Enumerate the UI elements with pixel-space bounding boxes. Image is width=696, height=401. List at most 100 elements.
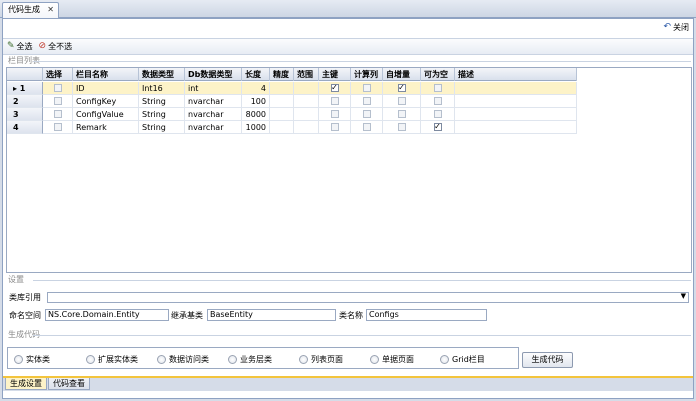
document-tab-code-gen[interactable]: 代码生成 ✕ [2, 2, 59, 18]
columns-grid[interactable]: 选择 栏目名称 数据类型 Db数据类型 长度 精度 范围 主键 计算列 自增量 可为空 描述 ▸ 1 I… [6, 67, 692, 273]
row-index[interactable]: 3 [7, 108, 43, 121]
identity-checkbox[interactable] [397, 97, 406, 105]
nullable-cell[interactable] [421, 82, 455, 95]
db-type-header[interactable]: Db数据类型 [185, 68, 242, 81]
primary-key-checkbox[interactable] [330, 123, 339, 131]
db-type-cell[interactable]: int [185, 82, 242, 95]
column-name-cell[interactable]: ConfigValue [73, 108, 139, 121]
length-cell[interactable]: 8000 [242, 108, 270, 121]
nullable-checkbox[interactable] [433, 97, 442, 105]
radio-extended-entity-class[interactable]: 扩展实体类 [86, 354, 138, 365]
length-cell[interactable]: 100 [242, 95, 270, 108]
select-cell[interactable] [43, 95, 73, 108]
description-header[interactable]: 描述 [455, 68, 577, 81]
identity-cell[interactable]: ✓ [383, 82, 421, 95]
select-cell[interactable] [43, 121, 73, 134]
primary-key-checkbox[interactable] [330, 110, 339, 118]
primary-key-checkbox[interactable]: ✓ [330, 84, 339, 92]
dropdown-arrow-icon[interactable]: ▼ [681, 292, 686, 300]
radio-document-page[interactable]: 单据页面 [370, 354, 414, 365]
data-type-header[interactable]: 数据类型 [139, 68, 185, 81]
range-cell[interactable] [294, 121, 319, 134]
range-cell[interactable] [294, 108, 319, 121]
identity-cell[interactable] [383, 95, 421, 108]
namespace-input[interactable]: NS.Core.Domain.Entity [45, 309, 169, 321]
computed-cell[interactable] [351, 108, 383, 121]
computed-header[interactable]: 计算列 [351, 68, 383, 81]
computed-checkbox[interactable] [362, 84, 371, 92]
identity-cell[interactable] [383, 121, 421, 134]
close-button[interactable]: ↶ 关闭 [663, 22, 689, 33]
nullable-header[interactable]: 可为空 [421, 68, 455, 81]
data-type-cell[interactable]: Int16 [139, 82, 185, 95]
precision-header[interactable]: 精度 [270, 68, 294, 81]
primary-key-cell[interactable]: ✓ [319, 82, 351, 95]
select-cell[interactable] [43, 108, 73, 121]
table-row[interactable]: 3 ConfigValue String nvarchar 8000 [7, 108, 577, 121]
select-all-button[interactable]: ✎ 全选 [7, 41, 33, 52]
identity-header[interactable]: 自增量 [383, 68, 421, 81]
radio-entity-class[interactable]: 实体类 [14, 354, 50, 365]
select-none-button[interactable]: ⊘ 全不选 [39, 41, 73, 52]
nullable-cell[interactable] [421, 95, 455, 108]
data-type-cell[interactable]: String [139, 121, 185, 134]
data-type-cell[interactable]: String [139, 108, 185, 121]
select-checkbox[interactable] [53, 97, 62, 105]
select-checkbox[interactable] [53, 84, 62, 92]
description-cell[interactable] [455, 82, 577, 95]
base-class-input[interactable]: BaseEntity [207, 309, 336, 321]
identity-checkbox[interactable]: ✓ [397, 84, 406, 92]
row-index[interactable]: 2 [7, 95, 43, 108]
precision-cell[interactable] [270, 121, 294, 134]
radio-grid-columns[interactable]: Grid栏目 [440, 354, 485, 365]
primary-key-cell[interactable] [319, 108, 351, 121]
library-ref-combo[interactable]: ▼ [47, 292, 689, 303]
range-header[interactable]: 范围 [294, 68, 319, 81]
row-indicator-header[interactable] [7, 68, 43, 81]
select-checkbox[interactable] [53, 123, 62, 131]
generate-code-button[interactable]: 生成代码 [522, 352, 573, 368]
select-cell[interactable] [43, 82, 73, 95]
column-name-cell[interactable]: ID [73, 82, 139, 95]
tab-code-view[interactable]: 代码查看 [48, 378, 90, 390]
table-row[interactable]: ▸ 1 ID Int16 int 4 ✓ ✓ [7, 82, 577, 95]
range-cell[interactable] [294, 82, 319, 95]
computed-checkbox[interactable] [362, 97, 371, 105]
nullable-cell[interactable]: ✓ [421, 121, 455, 134]
data-type-cell[interactable]: String [139, 95, 185, 108]
nullable-cell[interactable] [421, 108, 455, 121]
primary-key-checkbox[interactable] [330, 97, 339, 105]
close-icon[interactable]: ✕ [47, 3, 54, 17]
nullable-checkbox[interactable]: ✓ [433, 123, 442, 131]
precision-cell[interactable] [270, 108, 294, 121]
identity-checkbox[interactable] [397, 110, 406, 118]
description-cell[interactable] [455, 95, 577, 108]
row-index[interactable]: 4 [7, 121, 43, 134]
select-checkbox[interactable] [53, 110, 62, 118]
computed-checkbox[interactable] [362, 123, 371, 131]
column-name-cell[interactable]: Remark [73, 121, 139, 134]
column-name-cell[interactable]: ConfigKey [73, 95, 139, 108]
precision-cell[interactable] [270, 82, 294, 95]
table-row[interactable]: 4 Remark String nvarchar 1000 ✓ [7, 121, 577, 134]
tab-generate-settings[interactable]: 生成设置 [5, 378, 47, 390]
db-type-cell[interactable]: nvarchar [185, 121, 242, 134]
primary-key-header[interactable]: 主键 [319, 68, 351, 81]
radio-data-access-class[interactable]: 数据访问类 [157, 354, 209, 365]
row-index[interactable]: ▸ 1 [7, 82, 43, 95]
length-header[interactable]: 长度 [242, 68, 270, 81]
radio-business-layer-class[interactable]: 业务层类 [228, 354, 272, 365]
identity-cell[interactable] [383, 108, 421, 121]
computed-checkbox[interactable] [362, 110, 371, 118]
length-cell[interactable]: 4 [242, 82, 270, 95]
class-name-input[interactable]: Configs [366, 309, 487, 321]
computed-cell[interactable] [351, 82, 383, 95]
computed-cell[interactable] [351, 121, 383, 134]
description-cell[interactable] [455, 108, 577, 121]
db-type-cell[interactable]: nvarchar [185, 95, 242, 108]
nullable-checkbox[interactable] [433, 110, 442, 118]
db-type-cell[interactable]: nvarchar [185, 108, 242, 121]
select-header[interactable]: 选择 [43, 68, 73, 81]
identity-checkbox[interactable] [397, 123, 406, 131]
range-cell[interactable] [294, 95, 319, 108]
